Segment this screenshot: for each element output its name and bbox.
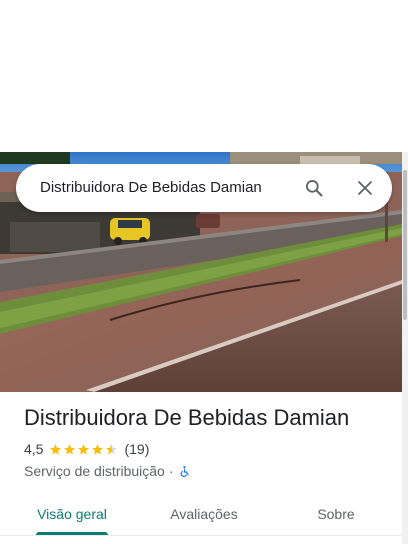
star-icon bbox=[78, 443, 90, 454]
review-count[interactable]: (19) bbox=[124, 441, 149, 457]
separator-dot: · bbox=[168, 463, 174, 479]
rating-value: 4,5 bbox=[24, 441, 44, 457]
tab-overview[interactable]: Visão geral bbox=[24, 494, 120, 534]
star-icon bbox=[50, 443, 62, 454]
star-icon bbox=[64, 443, 76, 454]
wheelchair-icon bbox=[180, 465, 189, 477]
search-icon[interactable] bbox=[302, 176, 326, 200]
scrollbar-thumb[interactable] bbox=[403, 170, 407, 320]
page-top-blank bbox=[0, 0, 408, 152]
search-input[interactable]: Distribuidora De Bebidas Damian bbox=[40, 164, 262, 212]
tab-reviews[interactable]: Avaliações bbox=[152, 494, 256, 534]
place-category[interactable]: Serviço de distribuição bbox=[24, 463, 165, 479]
half-star-icon bbox=[106, 443, 118, 454]
rating-row[interactable]: 4,5 (19) bbox=[24, 440, 394, 458]
close-icon[interactable] bbox=[353, 176, 377, 200]
place-info: Distribuidora De Bebidas Damian 4,5 (19)… bbox=[24, 404, 394, 480]
tab-about[interactable]: Sobre bbox=[296, 494, 376, 534]
star-icon bbox=[92, 443, 104, 454]
category-row: Serviço de distribuição · bbox=[24, 462, 394, 480]
place-title: Distribuidora De Bebidas Damian bbox=[24, 405, 350, 430]
search-box[interactable]: Distribuidora De Bebidas Damian bbox=[16, 164, 392, 212]
star-rating bbox=[49, 443, 119, 456]
place-tabs: Visão geral Avaliações Sobre bbox=[0, 494, 402, 544]
tabs-divider bbox=[0, 535, 402, 536]
